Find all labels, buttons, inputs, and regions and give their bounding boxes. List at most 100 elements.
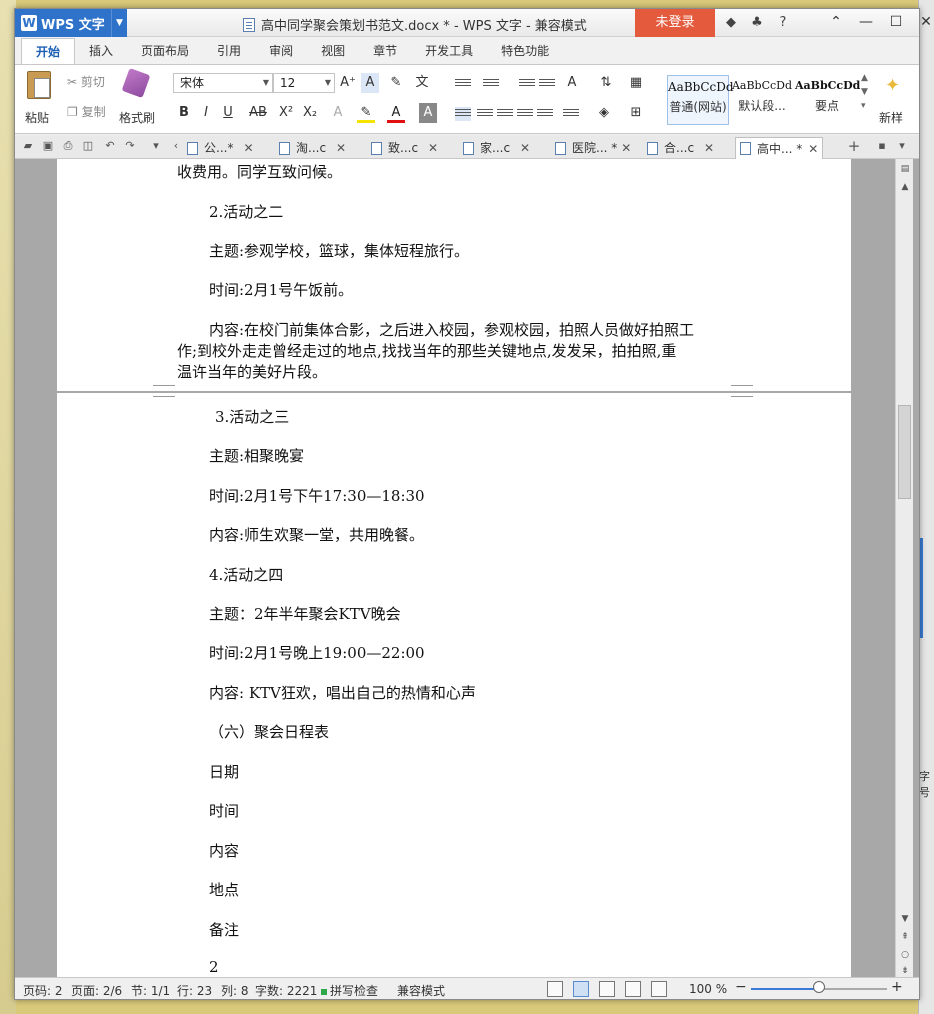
close-icon[interactable]: ✕ [428, 138, 438, 158]
tab-list-icon[interactable]: ▪ [875, 139, 889, 153]
zoom-out-icon[interactable]: − [735, 979, 747, 995]
quick-access-menu-icon[interactable]: ▾ [149, 139, 163, 153]
paste-icon[interactable] [27, 71, 51, 99]
new-style-button[interactable]: 新样 [879, 109, 903, 126]
doc-tab[interactable]: 合...c ✕ [647, 137, 714, 159]
print-icon[interactable]: ⎙ [61, 139, 75, 153]
align-center-icon[interactable] [477, 107, 493, 121]
previous-page-icon[interactable]: ⇞ [899, 931, 911, 943]
maximize-icon[interactable]: ☐ [881, 11, 911, 33]
tab-section[interactable]: 章节 [359, 38, 411, 64]
zoom-value[interactable]: 100 % [689, 982, 727, 996]
tab-home[interactable]: 开始 [21, 38, 76, 64]
highlight-icon[interactable]: ✎ [357, 103, 375, 123]
font-color-icon[interactable]: A [387, 103, 405, 123]
close-icon[interactable]: ✕ [336, 138, 346, 158]
bullets-icon[interactable] [455, 77, 471, 91]
close-icon[interactable]: ✕ [911, 11, 934, 33]
chevron-down-icon[interactable]: ▼ [111, 9, 127, 37]
collapse-ribbon-icon[interactable]: ⌃ [821, 11, 851, 33]
chinese-layout-icon[interactable]: A [563, 73, 581, 93]
print-preview-icon[interactable]: ◫ [81, 139, 95, 153]
cut-button[interactable]: ✂ 剪切 [67, 73, 105, 90]
scroll-thumb[interactable] [898, 405, 911, 499]
sort-icon[interactable]: ⇅ [597, 73, 615, 93]
status-row[interactable]: 行: 23 [177, 982, 212, 999]
tab-developer[interactable]: 开发工具 [411, 38, 487, 64]
subscript-icon[interactable]: X₂ [301, 103, 319, 123]
tab-scroll-left-icon[interactable]: ‹ [169, 139, 183, 153]
increase-indent-icon[interactable] [539, 77, 555, 91]
page[interactable]: 3.活动之三 主题:相聚晚宴 时间:2月1号下午17:30—18:30 内容:师… [57, 393, 851, 977]
save-icon[interactable]: ▣ [41, 139, 55, 153]
web-view-icon[interactable] [625, 981, 641, 997]
redo-icon[interactable]: ↷ [123, 139, 137, 153]
doc-tab[interactable]: 公...* ✕ [187, 137, 254, 159]
doc-tab[interactable]: 医院... * ✕ [555, 137, 631, 159]
next-page-icon[interactable]: ⇟ [899, 965, 911, 977]
copy-button[interactable]: ❐ 复制 [67, 103, 106, 120]
open-folder-icon[interactable]: ▰ [21, 139, 35, 153]
phonetic-icon[interactable]: 文 [413, 73, 431, 93]
italic-icon[interactable]: I [197, 103, 215, 123]
scroll-down-icon[interactable]: ▼ [899, 913, 911, 925]
close-icon[interactable]: ✕ [621, 138, 631, 158]
tab-view[interactable]: 视图 [307, 38, 359, 64]
tab-review[interactable]: 审阅 [255, 38, 307, 64]
spell-check-button[interactable]: 拼写检查 [321, 982, 378, 999]
zoom-slider-knob[interactable] [813, 981, 825, 993]
app-menu-button[interactable]: W WPS 文字 ▼ [15, 9, 127, 37]
help-icon[interactable]: ? [773, 13, 793, 33]
numbering-icon[interactable] [483, 77, 499, 91]
font-size-select[interactable]: 12 ▼ [273, 73, 335, 93]
superscript-icon[interactable]: X² [277, 103, 295, 123]
split-view-icon[interactable]: ▤ [899, 163, 911, 175]
shrink-font-icon[interactable]: A [361, 73, 379, 93]
doc-tab-active[interactable]: 高中... * ✕ [735, 137, 824, 159]
status-col[interactable]: 列: 8 [221, 982, 249, 999]
tab-page-layout[interactable]: 页面布局 [127, 38, 203, 64]
char-shading-icon[interactable]: A [419, 103, 437, 123]
format-painter-button[interactable]: 格式刷 [119, 109, 155, 126]
shading-icon[interactable]: ◈ [595, 103, 613, 123]
style-normal-web[interactable]: AaBbCcDd 普通(网站) [667, 75, 734, 125]
login-button[interactable]: 未登录 [635, 9, 715, 37]
close-icon[interactable]: ✕ [704, 138, 714, 158]
tab-insert[interactable]: 插入 [75, 38, 127, 64]
bold-icon[interactable]: B [175, 103, 193, 123]
browse-object-icon[interactable]: ○ [899, 949, 911, 961]
undo-icon[interactable]: ↶ [103, 139, 117, 153]
align-right-icon[interactable] [497, 107, 513, 121]
minimize-icon[interactable]: — [851, 11, 881, 33]
format-painter-icon[interactable] [121, 67, 151, 99]
vertical-scrollbar[interactable]: ▤ ▲ ▼ ⇞ ○ ⇟ [895, 159, 913, 977]
style-gallery-scroll[interactable]: ▲ ▼ ▾ [861, 71, 868, 113]
outline-view-icon[interactable] [599, 981, 615, 997]
borders-icon[interactable]: ⊞ [627, 103, 645, 123]
new-tab-icon[interactable]: + [847, 139, 861, 154]
status-page[interactable]: 页码: 2 [23, 982, 63, 999]
style-default-paragraph[interactable]: AaBbCcDd 默认段... [731, 75, 793, 125]
page[interactable]: 收费用。同学互致问候。 2.活动之二 主题:参观学校，篮球，集体短程旅行。 时间… [57, 159, 851, 395]
scroll-up-icon[interactable]: ▲ [899, 181, 911, 193]
align-left-icon[interactable] [455, 107, 471, 121]
zoom-in-icon[interactable]: + [891, 979, 903, 995]
doc-tab[interactable]: 致...c ✕ [371, 137, 438, 159]
table-icon[interactable]: ▦ [627, 73, 645, 93]
status-word-count[interactable]: 字数: 2221 [255, 982, 317, 999]
grow-font-icon[interactable]: A⁺ [339, 73, 357, 93]
close-icon[interactable]: ✕ [243, 138, 253, 158]
new-style-icon[interactable]: ✦ [885, 75, 900, 96]
distribute-icon[interactable] [537, 107, 553, 121]
paste-button[interactable]: 粘贴 [25, 109, 49, 126]
line-spacing-icon[interactable] [563, 107, 579, 121]
status-section[interactable]: 节: 1/1 [131, 982, 170, 999]
justify-icon[interactable] [517, 107, 533, 121]
font-name-select[interactable]: 宋体 ▼ [173, 73, 273, 93]
close-icon[interactable]: ✕ [808, 139, 818, 159]
style-key-points[interactable]: AaBbCcDd 要点 [795, 75, 860, 125]
skin-icon[interactable]: ◆ [721, 13, 741, 33]
status-pages[interactable]: 页面: 2/6 [71, 982, 122, 999]
strikethrough-icon[interactable]: AB [247, 103, 269, 123]
fullscreen-view-icon[interactable] [547, 981, 563, 997]
